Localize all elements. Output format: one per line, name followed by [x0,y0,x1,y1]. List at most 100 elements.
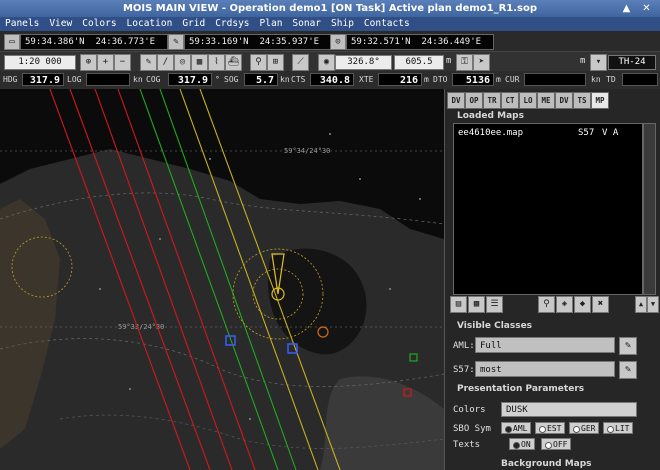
zoom-in-icon[interactable]: + [97,54,114,71]
map-info-icon[interactable]: ☰ [486,296,503,313]
visibility-icon[interactable]: ◈ [556,296,573,313]
map-tools: ▤ ▩ ☰ ⚲ ◈ ◆ ✖ [450,296,630,313]
s57-combo[interactable]: most [475,361,615,377]
tab-ts[interactable]: TS [573,92,591,109]
right-panel: DV OP TR CT LO ME DV TS MP Loaded Maps e… [444,89,660,470]
tab-ct[interactable]: CT [501,92,519,109]
zoom-fit-icon[interactable]: ⊕ [80,54,97,71]
menu-panels[interactable]: Panels [0,17,44,31]
ship-position: 59:33.169'N 24:35.937'E [184,34,332,50]
cur-value [524,73,586,86]
ruler-icon[interactable]: ⟋ [292,54,309,71]
menu-crdsys[interactable]: Crdsys [210,17,254,31]
menu-plan[interactable]: Plan [255,17,288,31]
xte-label: XTE [359,75,374,84]
ship-selector[interactable]: TH-24 [608,55,656,70]
menu-bar: Panels View Colors Location Grid Crdsys Plan So… [0,17,660,31]
sbo-lit-radio[interactable]: LIT [603,422,634,434]
aml-combo[interactable]: Full [475,337,615,353]
cog-value: 317.9 [168,73,212,86]
window-title: MOIS MAIN VIEW - Operation demo1 [ON Tas… [122,3,538,14]
loaded-maps-header: Loaded Maps [457,111,524,121]
tab-dv2[interactable]: DV [555,92,573,109]
lock-icon[interactable]: ⚿ [456,54,473,71]
menu-view[interactable]: View [44,17,77,31]
target-position-icon[interactable]: ⊙ [330,34,346,50]
hdg-label: HDG [3,75,18,84]
measure-icon[interactable]: ⊞ [267,54,284,71]
cursor-position-icon[interactable]: ▭ [4,34,20,50]
chart-map-view[interactable]: 59°34/24°30 59°33/24°30 [0,89,444,470]
ship-position-icon[interactable]: ✎ [168,34,184,50]
loaded-maps-list[interactable]: ee4610ee.map S57 V A [453,123,643,295]
menu-location[interactable]: Location [122,17,178,31]
scale-field[interactable]: 1:20 000 [4,55,76,70]
td-value [622,73,658,86]
colors-label: Colors [453,405,486,415]
sbo-aml-radio[interactable]: AML [501,422,532,434]
colors-field[interactable]: DUSK [501,402,637,417]
zoom-out-icon[interactable]: − [114,54,131,71]
sbo-est-radio[interactable]: EST [535,422,566,434]
s57-edit-icon[interactable]: ✎ [619,361,637,379]
cts-value: 340.8 [310,73,354,86]
hdg-value: 317.9 [22,73,64,86]
close-button[interactable]: ✕ [640,2,653,15]
sog-label: SOG [224,75,239,84]
tab-op[interactable]: OP [465,92,483,109]
cursor-position: 59:34.386'N 24:36.773'E [20,34,168,50]
maps-scrollbar[interactable] [643,123,656,295]
grid-icon[interactable]: ▦ [191,54,208,71]
center-icon[interactable]: ◎ [174,54,191,71]
window-title-bar: MOIS MAIN VIEW - Operation demo1 [ON Tas… [0,0,660,17]
add-map-icon[interactable]: ▤ [450,296,467,313]
layers-icon[interactable]: ◆ [574,296,591,313]
sbo-ger-radio[interactable]: GER [569,422,600,434]
texts-off-radio[interactable]: OFF [541,438,572,450]
tab-lo[interactable]: LO [519,92,537,109]
draw-icon[interactable]: / [157,54,174,71]
map-name: ee4610ee.map [458,128,524,138]
menu-sonar[interactable]: Sonar [287,17,326,31]
cur-label: CUR [505,75,520,84]
tab-tr[interactable]: TR [483,92,501,109]
bearing-icon[interactable]: ◉ [318,54,335,71]
ship-select-icon[interactable]: ▾ [590,54,607,71]
menu-contacts[interactable]: Contacts [359,17,415,31]
dto-label: DTO [433,75,448,84]
nautical-chart[interactable]: 59°34/24°30 59°33/24°30 [0,89,444,470]
route-icon[interactable]: ⌇ [208,54,225,71]
search-icon[interactable]: ⚲ [250,54,267,71]
chart-colors-icon[interactable]: ▩ [468,296,485,313]
xte-unit: m [424,75,429,84]
main-toolbar: 1:20 000 ⊕ + − ✎ / ◎ ▦ ⌇ ⛴ ⚲ ⊞ ⟋ ◉ 326.8… [0,52,660,71]
list-item[interactable]: ee4610ee.map S57 V A [458,128,640,139]
aml-edit-icon[interactable]: ✎ [619,337,637,355]
tab-mp[interactable]: MP [591,92,609,109]
ship-icon[interactable]: ⛴ [225,54,242,71]
texts-on-radio[interactable]: ON [509,438,535,450]
menu-colors[interactable]: Colors [77,17,121,31]
sbo-label: SBO Sym [453,424,491,434]
sog-value: 5.7 [244,73,278,86]
target-position: 59:32.571'N 24:36.449'E [346,34,494,50]
move-up-icon[interactable]: ▲ [635,296,647,313]
m-label: m [580,56,586,66]
bearing-field[interactable]: 326.8° [335,55,392,70]
remove-map-icon[interactable]: ✖ [592,296,609,313]
menu-ship[interactable]: Ship [326,17,359,31]
distance-field[interactable]: 605.5 [394,55,444,70]
menu-grid[interactable]: Grid [177,17,210,31]
dto-value: 5136 [452,73,494,86]
search-map-icon[interactable]: ⚲ [538,296,555,313]
pointer-icon[interactable]: ➤ [473,54,490,71]
pencil-icon[interactable]: ✎ [140,54,157,71]
td-label: TD [606,75,616,84]
move-down-icon[interactable]: ▼ [647,296,659,313]
tab-dv[interactable]: DV [447,92,465,109]
maximize-button[interactable]: ▲ [620,2,633,15]
sog-unit: kn [280,75,290,84]
tab-me[interactable]: ME [537,92,555,109]
cog-deg: ° [215,75,220,84]
cur-unit: kn [591,75,601,84]
